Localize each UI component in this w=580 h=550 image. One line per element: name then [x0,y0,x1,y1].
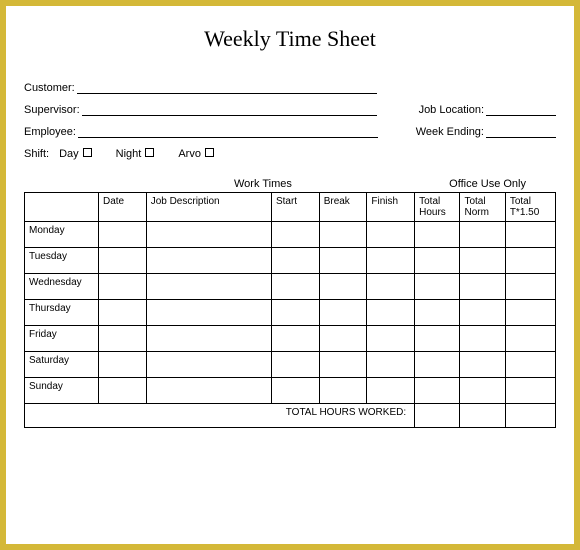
total-hours-value[interactable] [415,404,460,428]
employee-input[interactable] [78,126,378,138]
table-row: Tuesday [25,248,556,274]
table-body: Monday Tuesday Wednesday Thursday Friday… [25,222,556,428]
day-cell: Thursday [25,300,99,326]
day-cell: Saturday [25,352,99,378]
shift-row: Shift: Day Night Arvo [24,148,556,160]
section-labels: Work Times Office Use Only [24,178,556,190]
day-cell: Wednesday [25,274,99,300]
header-day [25,193,99,222]
shift-night-label: Night [116,148,142,160]
shift-label: Shift: [24,148,49,160]
shift-arvo-checkbox[interactable] [205,148,214,157]
supervisor-label: Supervisor: [24,104,80,116]
total-row: TOTAL HOURS WORKED: [25,404,556,428]
date-cell[interactable] [98,222,146,248]
table-row: Thursday [25,300,556,326]
supervisor-input[interactable] [82,104,377,116]
timesheet-page: Weekly Time Sheet Customer: Supervisor: … [6,6,574,544]
day-cell: Tuesday [25,248,99,274]
total-hours-label: TOTAL HOURS WORKED: [25,404,415,428]
day-cell: Monday [25,222,99,248]
office-use-label: Office Use Only [449,178,526,190]
day-cell: Friday [25,326,99,352]
header-total-hours: Total Hours [415,193,460,222]
shift-day-checkbox[interactable] [83,148,92,157]
total-norm-value[interactable] [460,404,505,428]
header-fields: Customer: Supervisor: Job Location: Empl… [24,82,556,138]
table-row: Monday [25,222,556,248]
week-ending-label: Week Ending: [416,126,484,138]
job-location-input[interactable] [486,104,556,116]
header-start: Start [271,193,319,222]
header-total-norm: Total Norm [460,193,505,222]
table-header-row: Date Job Description Start Break Finish … [25,193,556,222]
employee-label: Employee: [24,126,76,138]
day-cell: Sunday [25,378,99,404]
timesheet-table: Date Job Description Start Break Finish … [24,192,556,428]
break-cell[interactable] [319,222,367,248]
shift-arvo-label: Arvo [178,148,201,160]
header-job-description: Job Description [146,193,271,222]
total-t150-value[interactable] [505,404,555,428]
customer-input[interactable] [77,82,377,94]
header-finish: Finish [367,193,415,222]
start-cell[interactable] [271,222,319,248]
header-total-t150: Total T*1.50 [505,193,555,222]
table-row: Sunday [25,378,556,404]
finish-cell[interactable] [367,222,415,248]
week-ending-input[interactable] [486,126,556,138]
job-location-label: Job Location: [419,104,484,116]
work-times-label: Work Times [234,178,292,190]
page-title: Weekly Time Sheet [24,26,556,52]
header-date: Date [98,193,146,222]
header-break: Break [319,193,367,222]
table-row: Wednesday [25,274,556,300]
totaln-cell[interactable] [460,222,505,248]
totalt-cell[interactable] [505,222,555,248]
totalh-cell[interactable] [415,222,460,248]
table-row: Friday [25,326,556,352]
desc-cell[interactable] [146,222,271,248]
shift-day-label: Day [59,148,79,160]
table-row: Saturday [25,352,556,378]
shift-night-checkbox[interactable] [145,148,154,157]
customer-label: Customer: [24,82,75,94]
